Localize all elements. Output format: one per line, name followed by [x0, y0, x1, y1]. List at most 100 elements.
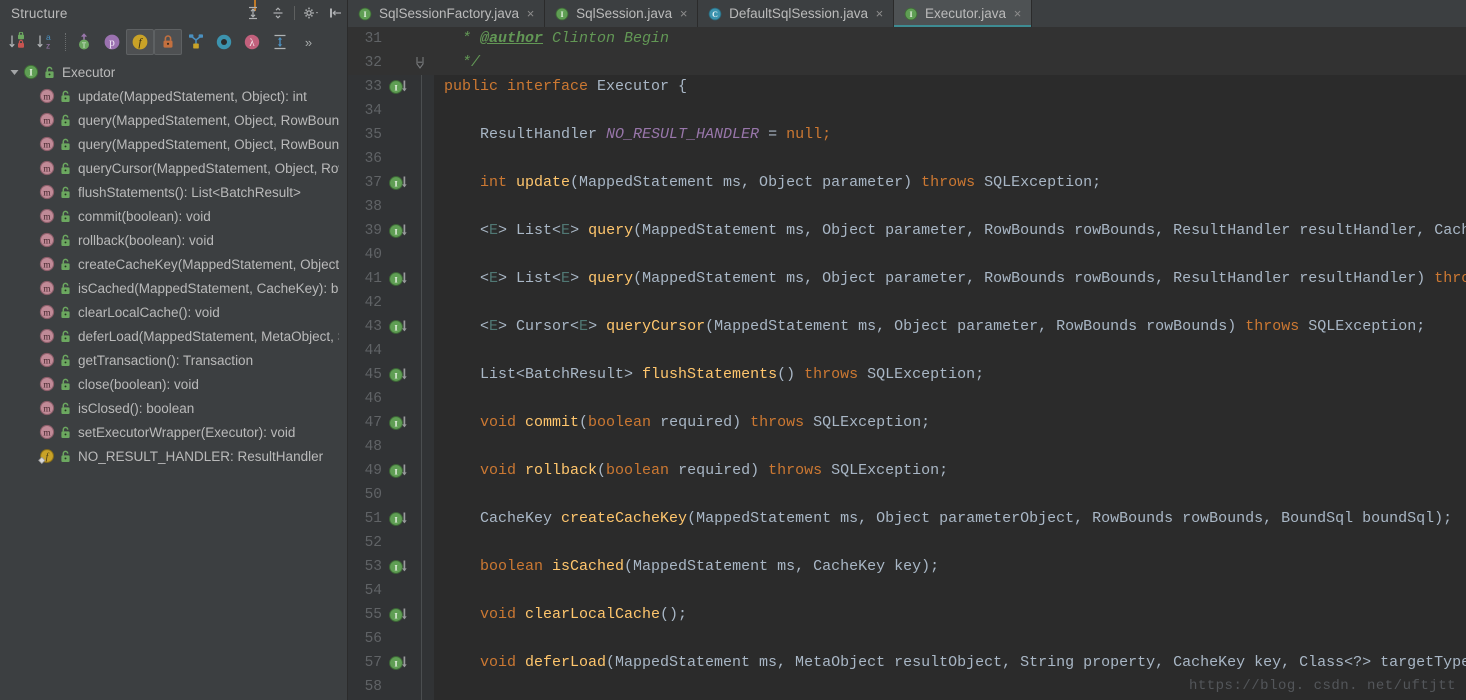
- gutter-row[interactable]: 53 I: [348, 555, 434, 579]
- code-line[interactable]: [434, 243, 1466, 267]
- close-icon[interactable]: ×: [1012, 7, 1023, 20]
- code-line[interactable]: [434, 195, 1466, 219]
- structure-tree-item[interactable]: m update(MappedStatement, Object): int: [0, 84, 348, 108]
- code-line[interactable]: List<BatchResult> flushStatements() thro…: [434, 363, 1466, 387]
- gutter-row[interactable]: 43 I: [348, 315, 434, 339]
- code-line[interactable]: void rollback(boolean required) throws S…: [434, 459, 1466, 483]
- code-line[interactable]: [434, 339, 1466, 363]
- gutter-row[interactable]: 36: [348, 147, 434, 171]
- gutter-row[interactable]: 37 I: [348, 171, 434, 195]
- structure-tree-root[interactable]: I Executor: [0, 60, 348, 84]
- interface-impl-icon[interactable]: I: [388, 414, 412, 437]
- gutter-row[interactable]: 50: [348, 483, 434, 507]
- interface-impl-icon[interactable]: I: [388, 462, 412, 485]
- gutter-row[interactable]: 41 I: [348, 267, 434, 291]
- code-line[interactable]: int update(MappedStatement ms, Object pa…: [434, 171, 1466, 195]
- show-properties-icon[interactable]: p: [98, 29, 126, 55]
- gutter-row[interactable]: 39 I: [348, 219, 434, 243]
- structure-tree-item[interactable]: m rollback(boolean): void: [0, 228, 348, 252]
- code-line[interactable]: void commit(boolean required) throws SQL…: [434, 411, 1466, 435]
- code-line[interactable]: [434, 147, 1466, 171]
- code-line[interactable]: <E> Cursor<E> queryCursor(MappedStatemen…: [434, 315, 1466, 339]
- interface-impl-icon[interactable]: I: [388, 654, 412, 677]
- editor-tab[interactable]: C DefaultSqlSession.java ×: [698, 0, 894, 27]
- code-line[interactable]: [434, 291, 1466, 315]
- structure-tree-item[interactable]: m queryCursor(MappedStatement, Object, Ro…: [0, 156, 348, 180]
- code-line[interactable]: boolean isCached(MappedStatement ms, Cac…: [434, 555, 1466, 579]
- code-line[interactable]: */: [434, 51, 1466, 75]
- structure-tree-item[interactable]: m deferLoad(MappedStatement, MetaObject, …: [0, 324, 348, 348]
- gutter-row[interactable]: 40: [348, 243, 434, 267]
- code-line[interactable]: public interface Executor {: [434, 75, 1466, 99]
- interface-impl-icon[interactable]: I: [388, 366, 412, 389]
- structure-tree-item[interactable]: f NO_RESULT_HANDLER: ResultHandler: [0, 444, 348, 468]
- interface-impl-icon[interactable]: I: [388, 222, 412, 245]
- code-line[interactable]: [434, 531, 1466, 555]
- structure-tree-item[interactable]: m query(MappedStatement, Object, RowBound…: [0, 108, 348, 132]
- show-inherited-icon[interactable]: T: [70, 29, 98, 55]
- editor-tab[interactable]: I SqlSessionFactory.java ×: [348, 0, 546, 27]
- gutter-row[interactable]: 42: [348, 291, 434, 315]
- code-line[interactable]: [434, 99, 1466, 123]
- structure-tree-item[interactable]: m isClosed(): boolean: [0, 396, 348, 420]
- code-content[interactable]: * @author Clinton Begin */ public interfa…: [434, 27, 1466, 700]
- autoscroll-icon[interactable]: [266, 29, 294, 55]
- close-icon[interactable]: ×: [678, 7, 689, 20]
- structure-tree[interactable]: I Executor m update(MappedStatement, Object…: [0, 58, 348, 700]
- editor-gutter[interactable]: 31 32 33 I 34 35 36 37 I 38 39 I 40 41 I 42 43 I 44 45 I 46 47…: [348, 27, 434, 700]
- gutter-row[interactable]: 52: [348, 531, 434, 555]
- gutter-row[interactable]: 38: [348, 195, 434, 219]
- gutter-row[interactable]: 55 I: [348, 603, 434, 627]
- code-line[interactable]: <E> List<E> query(MappedStatement ms, Ob…: [434, 219, 1466, 243]
- code-line[interactable]: ResultHandler NO_RESULT_HANDLER = null;: [434, 123, 1466, 147]
- code-line[interactable]: [434, 627, 1466, 651]
- gutter-row[interactable]: 46: [348, 387, 434, 411]
- interface-impl-icon[interactable]: I: [388, 606, 412, 629]
- code-line[interactable]: [434, 579, 1466, 603]
- gutter-row[interactable]: 51 I: [348, 507, 434, 531]
- structure-tree-item[interactable]: m clearLocalCache(): void: [0, 300, 348, 324]
- gutter-row[interactable]: 45 I: [348, 363, 434, 387]
- more-icon[interactable]: »: [294, 29, 322, 55]
- show-fields-icon[interactable]: f: [126, 29, 154, 55]
- interface-impl-icon[interactable]: I: [388, 174, 412, 197]
- fold-marker-icon[interactable]: [414, 56, 426, 75]
- gutter-row[interactable]: 54: [348, 579, 434, 603]
- code-line[interactable]: * @author Clinton Begin: [434, 27, 1466, 51]
- editor-tab[interactable]: I Executor.java ×: [893, 0, 1033, 27]
- gutter-row[interactable]: 48: [348, 435, 434, 459]
- gutter-row[interactable]: 47 I: [348, 411, 434, 435]
- structure-scrollbar[interactable]: [339, 26, 347, 700]
- hide-panel-icon[interactable]: [324, 2, 348, 24]
- gutter-row[interactable]: 32: [348, 51, 434, 75]
- show-non-public-icon[interactable]: [154, 29, 182, 55]
- interface-impl-icon[interactable]: I: [388, 78, 412, 101]
- gear-icon[interactable]: [299, 2, 323, 24]
- interface-impl-icon[interactable]: I: [388, 510, 412, 533]
- gutter-row[interactable]: 56: [348, 627, 434, 651]
- code-line[interactable]: void deferLoad(MappedStatement ms, MetaO…: [434, 651, 1466, 675]
- close-icon[interactable]: ×: [525, 7, 536, 20]
- chevron-down-icon[interactable]: [6, 60, 22, 84]
- group-by-icon[interactable]: [182, 29, 210, 55]
- structure-tree-item[interactable]: m getTransaction(): Transaction: [0, 348, 348, 372]
- gutter-row[interactable]: 57 I: [348, 651, 434, 675]
- structure-tree-item[interactable]: m close(boolean): void: [0, 372, 348, 396]
- show-anonymous-classes-icon[interactable]: [210, 29, 238, 55]
- gutter-row[interactable]: 49 I: [348, 459, 434, 483]
- show-lambdas-icon[interactable]: λ: [238, 29, 266, 55]
- gutter-row[interactable]: 33 I: [348, 75, 434, 99]
- gutter-row[interactable]: 58: [348, 675, 434, 699]
- structure-tree-item[interactable]: m isCached(MappedStatement, CacheKey): bo…: [0, 276, 348, 300]
- code-line[interactable]: [434, 435, 1466, 459]
- code-line[interactable]: CacheKey createCacheKey(MappedStatement …: [434, 507, 1466, 531]
- collapse-all-icon[interactable]: [266, 2, 290, 24]
- structure-tree-item[interactable]: m createCacheKey(MappedStatement, Object,…: [0, 252, 348, 276]
- structure-tree-item[interactable]: m query(MappedStatement, Object, RowBound…: [0, 132, 348, 156]
- structure-tree-item[interactable]: m commit(boolean): void: [0, 204, 348, 228]
- code-line[interactable]: [434, 387, 1466, 411]
- code-line[interactable]: void clearLocalCache();: [434, 603, 1466, 627]
- code-line[interactable]: [434, 483, 1466, 507]
- editor-tab[interactable]: I SqlSession.java ×: [545, 0, 699, 27]
- code-line[interactable]: <E> List<E> query(MappedStatement ms, Ob…: [434, 267, 1466, 291]
